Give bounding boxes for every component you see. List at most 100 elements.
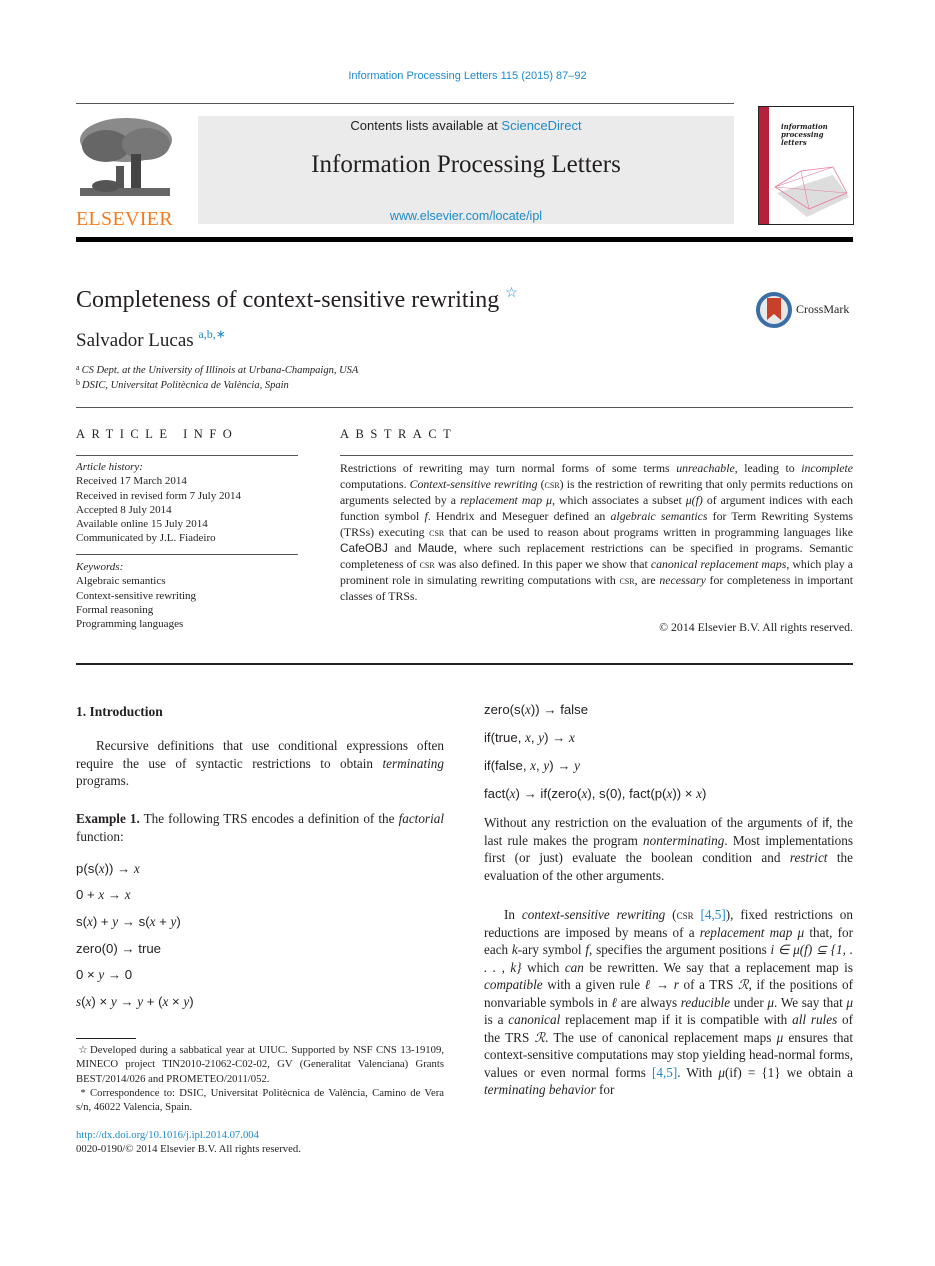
text-run: μ xyxy=(718,1064,725,1080)
text-run: Restrictions of rewriting may turn norma… xyxy=(340,461,677,475)
text-run: computations. xyxy=(340,477,410,491)
text-run: algebraic semantics xyxy=(610,509,708,523)
text-run: csr xyxy=(619,573,635,587)
affiliation: b DSIC, Universitat Politècnica de Valènc… xyxy=(76,378,289,391)
journal-reference-link[interactable]: Information Processing Letters 115 (2015… xyxy=(0,70,935,82)
issn-copyright: 0020-0190/© 2014 Elsevier B.V. All right… xyxy=(76,1143,301,1155)
title-footnote-mark[interactable]: ☆ xyxy=(505,286,518,301)
keyword: Context-sensitive rewriting xyxy=(76,589,197,602)
text-run: are always xyxy=(617,994,681,1010)
keywords: Keywords: Algebraic semantics Context-se… xyxy=(76,560,298,631)
keywords-label: Keywords: xyxy=(76,561,124,573)
text-run: csr xyxy=(676,907,694,922)
correspondence-mark[interactable]: ∗ xyxy=(216,327,226,341)
text-run: csr xyxy=(429,525,445,539)
text-run: ℛ xyxy=(738,977,749,992)
text-run: -ary symbol xyxy=(517,942,586,957)
journal-title: Information Processing Letters xyxy=(311,151,621,178)
keyword: Formal reasoning xyxy=(76,603,154,616)
footnote-text: Developed during a sabbatical year at UI… xyxy=(76,1044,444,1085)
article-info-heading: ARTICLE INFO xyxy=(76,427,239,441)
history-item: Accepted 8 July 2014 xyxy=(76,503,172,516)
text-run: is a xyxy=(484,1012,509,1027)
author: Salvador Lucas a,b,∗ xyxy=(76,327,226,352)
text-run: for xyxy=(595,1082,615,1097)
text-run: be rewritten. We say that a replacement … xyxy=(583,959,853,975)
text-run: . Hendrix and Meseguer defined an xyxy=(427,509,611,523)
text-run: , which associates a subset xyxy=(552,493,686,507)
keyword: Programming languages xyxy=(76,618,184,631)
paragraph: In context-sensitive rewriting (csr [4,5… xyxy=(484,906,853,1099)
abstract-text: Restrictions of rewriting may turn norma… xyxy=(340,460,853,604)
abstract-heading: ABSTRACT xyxy=(340,427,458,441)
doi-link[interactable]: http://dx.doi.org/10.1016/j.ipl.2014.07.… xyxy=(76,1129,259,1141)
text-run: canonical replacement maps xyxy=(650,557,787,571)
trs-rule: s(x) × y → y + (x × y) xyxy=(76,994,194,1009)
footnote-divider xyxy=(76,1038,136,1039)
text-run: unreachable xyxy=(676,461,735,475)
affiliation-marks[interactable]: a,b, xyxy=(198,327,215,341)
text-run: was also defined. In this paper we show … xyxy=(434,557,651,571)
text-run: The following TRS encodes a definition o… xyxy=(139,811,399,826)
cover-title: information processing letters xyxy=(781,123,828,147)
trs-rule: zero(s(x)) → false xyxy=(484,702,589,717)
text-run: under xyxy=(730,994,768,1010)
affiliation-text: DSIC, Universitat Politècnica de Valènci… xyxy=(82,380,289,391)
text-run: ℛ xyxy=(534,1029,546,1045)
article-history: Article history: Received 17 March 2014 … xyxy=(76,460,298,546)
affiliation-mark: b xyxy=(76,378,80,387)
trs-rule: fact(x) → if(zero(x), s(0), fact(p(x)) ×… xyxy=(484,786,707,801)
text-run: necessary xyxy=(659,573,706,587)
history-item: Communicated by J.L. Fiadeiro xyxy=(76,532,216,545)
author-name[interactable]: Salvador Lucas xyxy=(76,330,194,351)
text-run: μ(f) xyxy=(685,493,703,507)
contents-line: Contents lists available at ScienceDirec… xyxy=(198,118,734,133)
history-label: Article history: xyxy=(76,461,143,473)
example-paragraph: Example 1. The following TRS encodes a d… xyxy=(76,810,444,845)
journal-cover-image[interactable]: information processing letters xyxy=(758,106,854,225)
text-run: . The use of canonical replacement maps xyxy=(545,1029,777,1045)
text-run: compatible xyxy=(484,977,543,992)
text-run: Context-sensitive rewriting xyxy=(409,477,538,491)
affiliation-text: CS Dept. at the University of Illinois a… xyxy=(81,365,359,376)
cover-title-line: letters xyxy=(781,138,807,147)
text-run: . We say that xyxy=(773,994,847,1010)
text-run: that can be used to reason about program… xyxy=(444,525,853,539)
text-run: terminating xyxy=(382,755,444,771)
affiliation: a CS Dept. at the University of Illinois … xyxy=(76,363,358,376)
text-run: of a TRS xyxy=(678,977,739,992)
text-run: context-sensitive rewriting xyxy=(521,907,666,922)
text-run: ℓ → r xyxy=(644,977,679,992)
contents-prefix: Contents lists available at xyxy=(350,118,502,133)
text-run: replacement map if it is compatible with xyxy=(560,1012,793,1027)
abstract-copyright: © 2014 Elsevier B.V. All rights reserved… xyxy=(659,620,853,634)
text-run: csr xyxy=(419,557,435,571)
footnote-mark: * xyxy=(80,1087,86,1099)
text-run: all rules xyxy=(792,1012,838,1027)
trs-rule: p(s(x)) → x xyxy=(76,861,140,876)
text-run: replacement map μ xyxy=(699,924,805,940)
crossmark-icon xyxy=(756,292,792,328)
citation-link[interactable]: [4,5] xyxy=(700,907,725,922)
keyword: Algebraic semantics xyxy=(76,575,166,588)
divider xyxy=(340,455,853,456)
intro-paragraph: Recursive definitions that use condition… xyxy=(76,737,444,790)
header-rule xyxy=(76,237,853,242)
text-run: μ xyxy=(767,994,774,1010)
text-run: incomplete xyxy=(801,461,854,475)
text-run: ( xyxy=(537,477,545,491)
text-run: Example 1. xyxy=(76,811,140,826)
crossmark-badge[interactable]: CrossMark xyxy=(756,292,856,328)
text-run: Maude xyxy=(417,541,454,555)
journal-url-link[interactable]: www.elsevier.com/locate/ipl xyxy=(198,209,734,223)
elsevier-tree-icon xyxy=(76,116,174,202)
paragraph: Without any restriction on the evaluatio… xyxy=(484,814,853,884)
text-run: , leading to xyxy=(734,461,802,475)
text-run: replacement map μ xyxy=(459,493,553,507)
text-run: can xyxy=(564,959,584,975)
text-run: reducible xyxy=(680,994,731,1010)
divider xyxy=(76,663,853,665)
citation-link[interactable]: [4,5] xyxy=(652,1065,677,1080)
text-run: which xyxy=(521,959,565,975)
sciencedirect-link[interactable]: ScienceDirect xyxy=(501,118,581,133)
